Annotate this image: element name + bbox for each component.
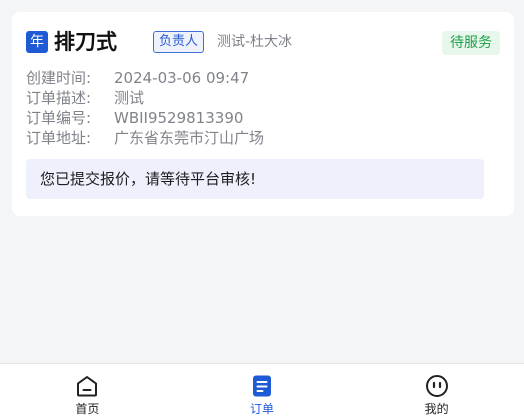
- tab-orders[interactable]: 订单: [175, 364, 350, 419]
- tab-profile[interactable]: 我的: [349, 364, 524, 419]
- order-icon: [253, 375, 271, 397]
- order-card-header: 年 排刀式 负责人 测试-杜大冰 待服务: [26, 29, 500, 55]
- order-info: 创建时间: 2024-03-06 09:47 订单描述: 测试 订单编号: WB…: [26, 68, 264, 148]
- role-badge: 负责人: [153, 31, 205, 53]
- order-title: 排刀式: [54, 30, 117, 54]
- info-value: 测试: [114, 89, 145, 107]
- info-value: WBII9529813390: [114, 109, 244, 127]
- info-row-order-number: 订单编号: WBII9529813390: [26, 108, 264, 128]
- home-icon: [77, 376, 98, 397]
- info-row-created-time: 创建时间: 2024-03-06 09:47: [26, 68, 264, 88]
- profile-icon: [425, 375, 448, 397]
- tab-home[interactable]: 首页: [0, 364, 175, 419]
- info-label: 创建时间:: [26, 69, 92, 87]
- info-label: 订单地址:: [26, 129, 92, 147]
- tab-profile-label: 我的: [424, 402, 449, 416]
- info-row-address: 订单地址: 广东省东莞市汀山广场: [26, 128, 264, 148]
- status-badge: 待服务: [442, 31, 500, 55]
- order-card[interactable]: 年 排刀式 负责人 测试-杜大冰 待服务 创建时间: 2024-03-06 09…: [12, 12, 514, 216]
- info-label: 订单编号:: [26, 109, 92, 127]
- info-value: 2024-03-06 09:47: [114, 69, 250, 87]
- order-owner: 测试-杜大冰: [217, 34, 293, 50]
- info-value: 广东省东莞市汀山广场: [114, 129, 265, 147]
- review-notice: 您已提交报价，请等待平台审核!: [26, 159, 484, 199]
- info-label: 订单描述:: [26, 89, 92, 107]
- info-row-description: 订单描述: 测试: [26, 88, 264, 108]
- tab-home-label: 首页: [75, 402, 100, 416]
- year-badge: 年: [26, 31, 48, 53]
- bottom-tab-bar: 首页 订单 我的: [0, 363, 524, 419]
- order-list-page: 年 排刀式 负责人 测试-杜大冰 待服务 创建时间: 2024-03-06 09…: [0, 0, 524, 419]
- tab-orders-label: 订单: [250, 402, 275, 416]
